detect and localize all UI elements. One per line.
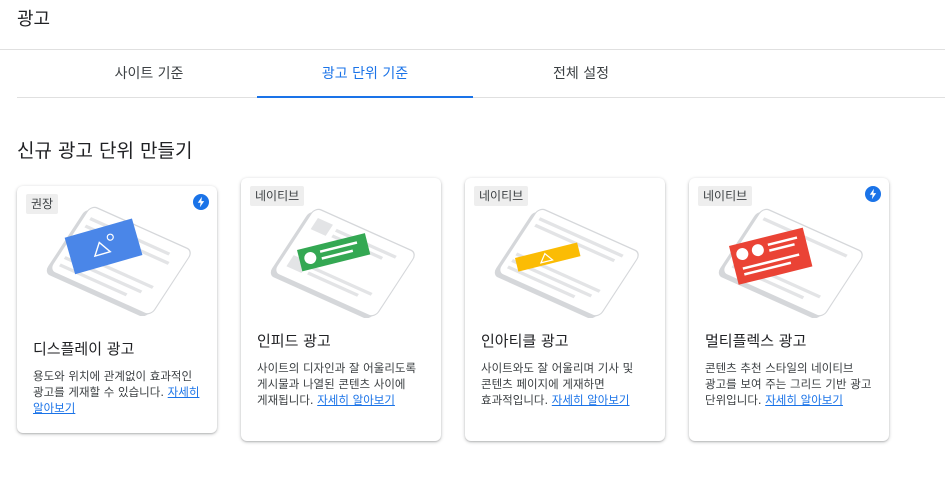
card-title: 인아티클 광고 — [481, 332, 569, 350]
display-ad-illustration — [46, 206, 191, 316]
card-description: 콘텐츠 추천 스타일의 네이티브 광고를 보여 주는 그리드 기반 광고 단위입… — [705, 361, 872, 407]
card-inarticle-ads[interactable]: 네이티브 인아티클 광고 사이트와도 잘 어울리며 기사 및 콘텐츠 페이지에 … — [465, 178, 665, 441]
multiplex-ad-illustration — [718, 208, 863, 318]
card-multiplex-ads[interactable]: 네이티브 멀티플렉스 광고 콘텐츠 추천 스타일의 네이티브 광고를 보여 주는… — [689, 178, 889, 441]
learn-more-link[interactable]: 자세히 알아보기 — [765, 393, 843, 407]
native-chip: 네이티브 — [250, 186, 305, 206]
lightning-bolt-icon — [865, 186, 881, 202]
tab-by-ad-unit[interactable]: 광고 단위 기준 — [257, 50, 473, 98]
learn-more-link[interactable]: 자세히 알아보기 — [552, 393, 630, 407]
native-chip: 네이티브 — [474, 186, 529, 206]
card-description: 사이트의 디자인과 잘 어울리도록 게시물과 나열된 콘텐츠 사이에 게재됩니다… — [257, 361, 417, 407]
card-title: 디스플레이 광고 — [33, 340, 135, 358]
inarticle-ad-illustration — [494, 208, 639, 318]
learn-more-link[interactable]: 자세히 알아보기 — [317, 393, 395, 407]
card-display-ads[interactable]: 권장 디스플레이 광고 용도와 위치에 관계없이 효과적인 광고를 게재할 수 … — [17, 186, 217, 433]
card-description: 용도와 위치에 관계없이 효과적인 광고를 게재할 수 있습니다. 자세히 알아… — [33, 369, 200, 415]
tab-bar: 사이트 기준 광고 단위 기준 전체 설정 — [17, 50, 945, 98]
card-infeed-ads[interactable]: 네이티브 인피드 광고 사이트의 디자인과 잘 어울리도록 게시물과 나열된 콘… — [241, 178, 441, 441]
tab-global-settings[interactable]: 전체 설정 — [473, 50, 689, 97]
tab-by-site[interactable]: 사이트 기준 — [41, 50, 257, 97]
native-chip: 네이티브 — [698, 186, 753, 206]
section-title: 신규 광고 단위 만들기 — [17, 140, 193, 162]
card-description: 사이트와도 잘 어울리며 기사 및 콘텐츠 페이지에 게재하면 효과적입니다. … — [481, 361, 634, 407]
page-title: 광고 — [17, 9, 51, 30]
card-title: 인피드 광고 — [257, 332, 331, 350]
card-title: 멀티플렉스 광고 — [705, 332, 807, 350]
infeed-ad-illustration — [270, 208, 415, 318]
